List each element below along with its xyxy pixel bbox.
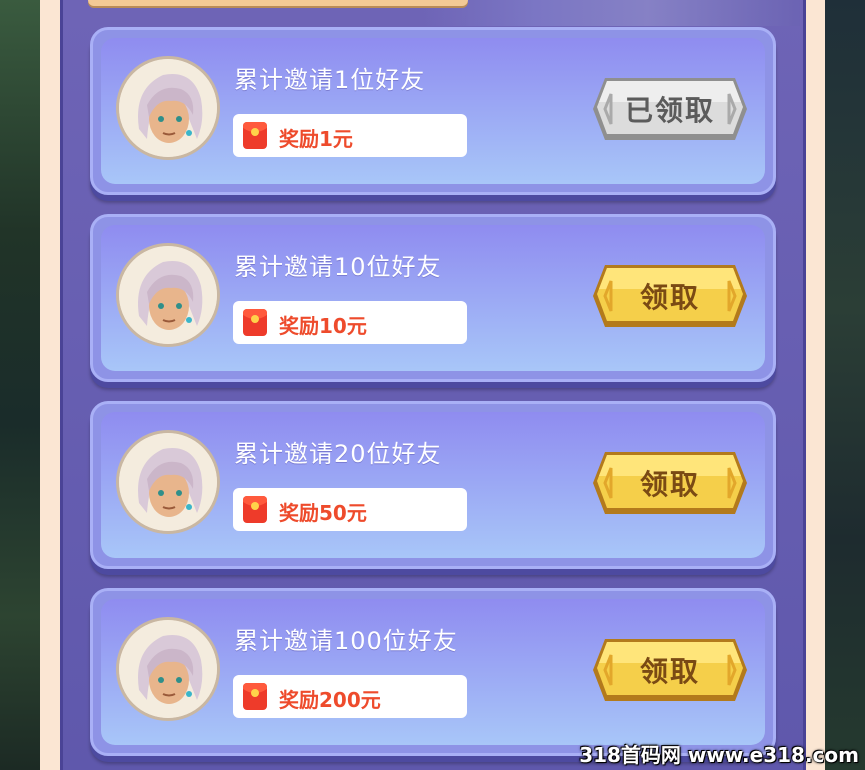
header-banner	[88, 0, 468, 6]
claim-button[interactable]: 领取	[591, 637, 749, 703]
character-avatar-icon	[116, 430, 220, 534]
claim-button[interactable]: 领取	[591, 450, 749, 516]
task-title: 累计邀请10位好友	[234, 253, 442, 281]
reward-card: 累计邀请100位好友 奖励200元 领取	[90, 588, 776, 756]
reward-amount: 奖励50元	[279, 501, 367, 525]
button-label: 已领取	[624, 94, 715, 127]
reward-info: 奖励50元	[233, 488, 467, 531]
button-label: 领取	[639, 655, 700, 688]
button-label: 领取	[639, 468, 700, 501]
character-avatar-icon	[116, 56, 220, 160]
reward-amount: 奖励1元	[279, 127, 353, 151]
red-envelope-icon	[243, 496, 267, 523]
reward-info: 奖励200元	[233, 675, 467, 718]
task-title: 累计邀请1位好友	[234, 66, 426, 94]
background-right	[825, 0, 865, 770]
task-title: 累计邀请100位好友	[234, 627, 458, 655]
reward-amount: 奖励10元	[279, 314, 367, 338]
claim-button[interactable]: 领取	[591, 263, 749, 329]
background-left	[0, 0, 40, 770]
character-avatar-icon	[116, 617, 220, 721]
character-avatar-icon	[116, 243, 220, 347]
button-label: 领取	[639, 281, 700, 314]
reward-info: 奖励1元	[233, 114, 467, 157]
header-art	[420, 0, 800, 26]
task-title: 累计邀请20位好友	[234, 440, 442, 468]
reward-card: 累计邀请10位好友 奖励10元 领取	[90, 214, 776, 382]
reward-card: 累计邀请20位好友 奖励50元 领取	[90, 401, 776, 569]
red-envelope-icon	[243, 122, 267, 149]
red-envelope-icon	[243, 309, 267, 336]
claimed-button[interactable]: 已领取	[591, 76, 749, 142]
watermark: 318首码网 www.e318.com	[579, 743, 859, 767]
red-envelope-icon	[243, 683, 267, 710]
reward-info: 奖励10元	[233, 301, 467, 344]
reward-amount: 奖励200元	[279, 688, 381, 712]
reward-card: 累计邀请1位好友 奖励1元 已领取	[90, 27, 776, 195]
